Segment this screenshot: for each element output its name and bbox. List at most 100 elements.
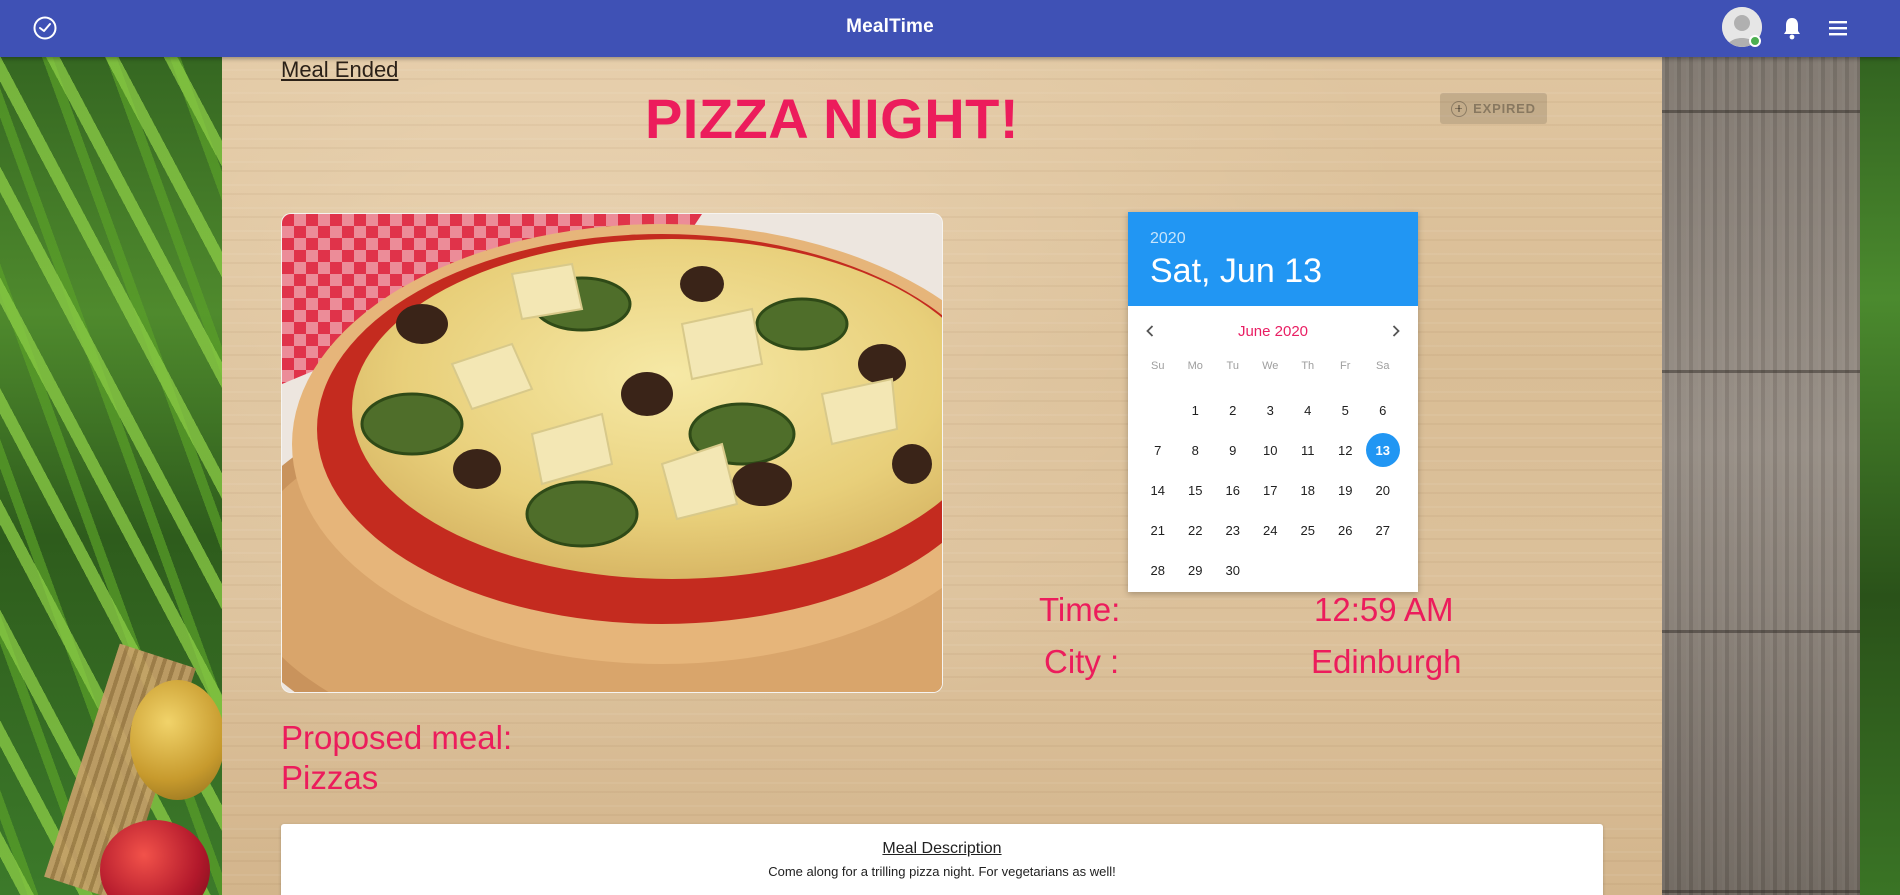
calendar-day[interactable]: 8 bbox=[1177, 430, 1215, 470]
calendar-day[interactable]: 28 bbox=[1139, 550, 1177, 590]
calendar-day[interactable]: 10 bbox=[1252, 430, 1290, 470]
time-label: Time: bbox=[1039, 591, 1121, 628]
calendar-day[interactable]: 6 bbox=[1364, 390, 1402, 430]
date-picker-selected-date: Sat, Jun 13 bbox=[1150, 252, 1323, 290]
meal-ended-link[interactable]: Meal Ended bbox=[281, 57, 398, 83]
calendar-day-number: 10 bbox=[1263, 442, 1278, 458]
date-picker-days: 1 2 3 4 5 6 7 8 9 10 11 12 13 14 15 16 17 18 19 20 21 22 23 24 2… bbox=[1128, 390, 1418, 590]
date-picker-weekdays: Su Mo Tu We Th Fr Sa bbox=[1128, 356, 1418, 390]
date-picker-year[interactable]: 2020 bbox=[1150, 230, 1396, 248]
calendar-day-number: 24 bbox=[1263, 522, 1278, 538]
meal-photo bbox=[281, 213, 943, 693]
calendar-day-number: 21 bbox=[1150, 522, 1165, 538]
calendar-day[interactable]: 27 bbox=[1364, 510, 1402, 550]
calendar-day[interactable]: 1 bbox=[1177, 390, 1215, 430]
app-bar: MealTime bbox=[0, 0, 1900, 57]
calendar-day-number: 14 bbox=[1150, 482, 1165, 498]
calendar-day-number: 8 bbox=[1191, 442, 1199, 458]
calendar-day[interactable]: 30 bbox=[1214, 550, 1252, 590]
proposed-meal: Proposed meal: Pizzas bbox=[281, 718, 512, 798]
calendar-day-selected[interactable]: 13 bbox=[1364, 430, 1402, 470]
meal-description-card: Meal Description Come along for a trilli… bbox=[281, 824, 1603, 895]
pizza-photo-icon bbox=[282, 214, 942, 692]
expired-button[interactable]: EXPIRED bbox=[1440, 93, 1547, 124]
calendar-day[interactable]: 23 bbox=[1214, 510, 1252, 550]
calendar-day-number: 7 bbox=[1154, 442, 1162, 458]
calendar-empty-cell bbox=[1139, 390, 1177, 430]
calendar-day[interactable]: 5 bbox=[1327, 390, 1365, 430]
calendar-day[interactable]: 4 bbox=[1289, 390, 1327, 430]
calendar-day-number: 20 bbox=[1375, 482, 1390, 498]
weekday-label: Sa bbox=[1376, 360, 1390, 372]
calendar-day-number: 3 bbox=[1266, 402, 1274, 418]
calendar-day[interactable]: 18 bbox=[1289, 470, 1327, 510]
calendar-day-number: 28 bbox=[1150, 562, 1165, 578]
calendar-day-number: 23 bbox=[1225, 522, 1240, 538]
bell-icon[interactable] bbox=[1781, 16, 1803, 40]
city-label: City : bbox=[1044, 643, 1120, 680]
meal-description-title: Meal Description bbox=[882, 840, 1002, 857]
calendar-day[interactable]: 26 bbox=[1327, 510, 1365, 550]
calendar-day[interactable]: 24 bbox=[1252, 510, 1290, 550]
calendar-day-number: 15 bbox=[1188, 482, 1203, 498]
calendar-day[interactable]: 7 bbox=[1139, 430, 1177, 470]
greens-decoration bbox=[1860, 0, 1900, 895]
calendar-day[interactable]: 22 bbox=[1177, 510, 1215, 550]
app-title: MealTime bbox=[846, 16, 934, 37]
calendar-day[interactable]: 14 bbox=[1139, 470, 1177, 510]
weekday-label: Tu bbox=[1226, 360, 1239, 372]
calendar-day[interactable]: 16 bbox=[1214, 470, 1252, 510]
calendar-day[interactable]: 19 bbox=[1327, 470, 1365, 510]
calendar-day[interactable]: 3 bbox=[1252, 390, 1290, 430]
weekday-label: We bbox=[1262, 360, 1279, 372]
calendar-day[interactable]: 2 bbox=[1214, 390, 1252, 430]
hamburger-menu-icon[interactable] bbox=[1827, 18, 1849, 38]
page-title: PIZZA NIGHT! bbox=[644, 87, 1020, 150]
calendar-day[interactable]: 29 bbox=[1177, 550, 1215, 590]
calendar-day[interactable]: 21 bbox=[1139, 510, 1177, 550]
calendar-day[interactable]: 25 bbox=[1289, 510, 1327, 550]
meal-description-text: Come along for a trilling pizza night. F… bbox=[768, 864, 1116, 879]
calendar-day-number: 22 bbox=[1188, 522, 1203, 538]
calendar-day-number: 12 bbox=[1338, 442, 1353, 458]
city-value: Edinburgh bbox=[1311, 643, 1462, 680]
calendar-day-number: 29 bbox=[1188, 562, 1203, 578]
calendar-day-number: 2 bbox=[1229, 402, 1237, 418]
add-circle-icon bbox=[1451, 100, 1468, 117]
weekday-label: Mo bbox=[1187, 360, 1203, 372]
calendar-day[interactable]: 20 bbox=[1364, 470, 1402, 510]
time-value: 12:59 AM bbox=[1314, 591, 1454, 628]
online-status-dot bbox=[1749, 35, 1761, 47]
weekday-label: Th bbox=[1301, 360, 1315, 372]
proposed-meal-label: Proposed meal: bbox=[281, 719, 513, 756]
calendar-day-number: 13 bbox=[1365, 433, 1400, 467]
calendar-day-number: 1 bbox=[1191, 402, 1199, 418]
calendar-day-number: 6 bbox=[1379, 402, 1387, 418]
calendar-day[interactable]: 9 bbox=[1214, 430, 1252, 470]
weekday-label: Su bbox=[1151, 360, 1165, 372]
calendar-day-number: 5 bbox=[1341, 402, 1349, 418]
calendar-day-number: 17 bbox=[1263, 482, 1278, 498]
calendar-day-number: 30 bbox=[1225, 562, 1240, 578]
calendar-day-number: 27 bbox=[1375, 522, 1390, 538]
weekday-label: Fr bbox=[1340, 360, 1351, 372]
calendar-day[interactable]: 12 bbox=[1327, 430, 1365, 470]
expired-button-label: EXPIRED bbox=[1473, 101, 1536, 116]
apple-yellow-decoration bbox=[130, 680, 225, 800]
calendar-day-number: 9 bbox=[1229, 442, 1237, 458]
date-picker-header: 2020 Sat, Jun 13 bbox=[1128, 212, 1418, 306]
calendar-day-number: 26 bbox=[1338, 522, 1353, 538]
date-picker[interactable]: 2020 Sat, Jun 13 June 2020 Su Mo Tu We Th Fr S… bbox=[1128, 212, 1418, 592]
calendar-day-number: 18 bbox=[1300, 482, 1315, 498]
date-picker-month: June 2020 bbox=[1237, 323, 1309, 340]
calendar-day[interactable]: 11 bbox=[1289, 430, 1327, 470]
wood-plank-background bbox=[1662, 0, 1900, 895]
calendar-day-number: 11 bbox=[1301, 442, 1315, 458]
proposed-meal-value: Pizzas bbox=[281, 759, 379, 796]
chevron-right-icon[interactable] bbox=[1386, 321, 1406, 341]
calendar-day[interactable]: 17 bbox=[1252, 470, 1290, 510]
calendar-day-number: 19 bbox=[1338, 482, 1353, 498]
calendar-day-number: 25 bbox=[1300, 522, 1315, 538]
calendar-day[interactable]: 15 bbox=[1177, 470, 1215, 510]
calendar-day-number: 4 bbox=[1304, 402, 1312, 418]
